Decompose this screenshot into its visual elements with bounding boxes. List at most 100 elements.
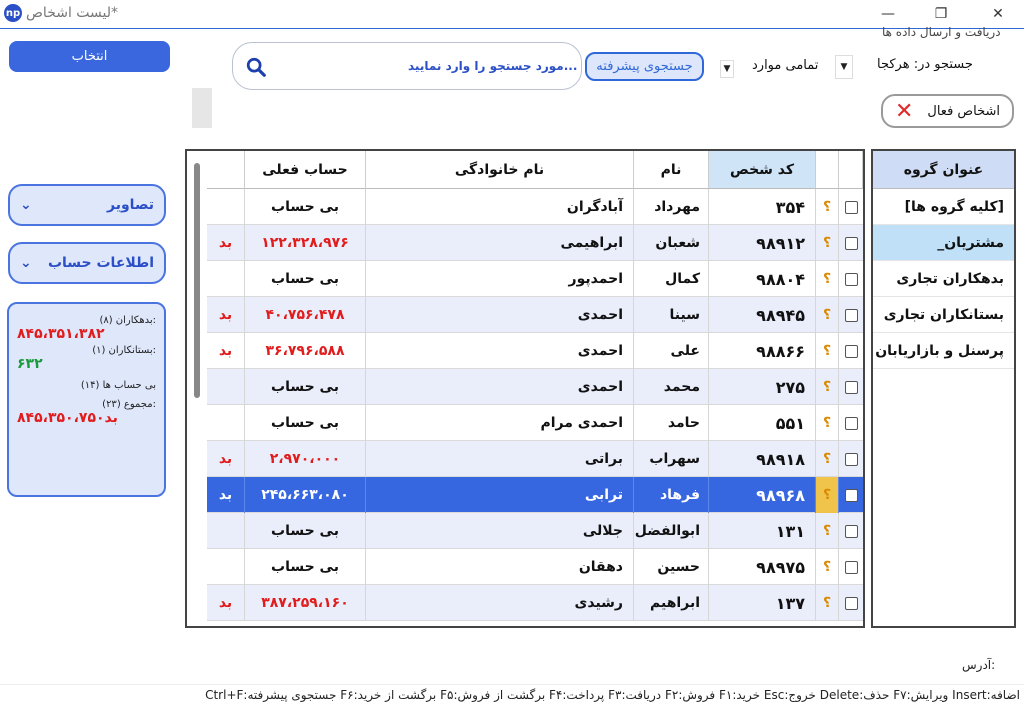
table-row[interactable]: بد ۳۸۷،۲۵۹،۱۶۰ رشیدی ابراهیم ۱۳۷ ؟	[207, 585, 863, 621]
last-name-column-header[interactable]: نام خانوادگی	[366, 151, 634, 189]
row-checkbox[interactable]	[839, 405, 863, 441]
first-name-column-header[interactable]: نام	[634, 151, 709, 189]
first-name-cell: حامد	[634, 405, 709, 441]
status-cell: بد	[207, 441, 245, 477]
scope-dropdown[interactable]: تمامی موارد	[752, 58, 818, 73]
status-cell	[207, 369, 245, 405]
status-cell: بد	[207, 297, 245, 333]
table-row[interactable]: بی حساب احمدی مرام حامد ۵۵۱ ؟	[207, 405, 863, 441]
row-checkbox[interactable]	[839, 369, 863, 405]
table-scrollbar[interactable]	[194, 163, 200, 398]
person-code-cell: ۹۸۸۶۶	[709, 333, 816, 369]
question-mark-icon: ؟	[816, 513, 839, 549]
images-section-toggle[interactable]: ⌄ تصاویر	[8, 184, 166, 226]
table-row[interactable]: بی حساب احمدپور کمال ۹۸۸۰۴ ؟	[207, 261, 863, 297]
person-code-cell: ۱۳۱	[709, 513, 816, 549]
row-checkbox[interactable]	[839, 261, 863, 297]
group-item[interactable]: بستانکاران تجاری	[873, 297, 1014, 333]
row-checkbox[interactable]	[839, 477, 863, 513]
account-info-label: اطلاعات حساب	[47, 255, 154, 271]
group-item[interactable]: بدهکاران تجاری	[873, 261, 1014, 297]
row-checkbox[interactable]	[839, 297, 863, 333]
table-row[interactable]: بد ۱۲۲،۳۲۸،۹۷۶ ابراهیمی شعبان ۹۸۹۱۲ ؟	[207, 225, 863, 261]
status-column-header[interactable]	[207, 151, 245, 189]
last-name-cell: احمدی مرام	[366, 405, 634, 441]
chevron-down-icon: ⌄	[20, 255, 32, 271]
person-code-cell: ۲۷۵	[709, 369, 816, 405]
search-in-dropdown[interactable]: جستجو در: هرکجا	[877, 57, 973, 72]
title-divider	[0, 28, 1024, 29]
question-mark-icon: ؟	[816, 189, 839, 225]
last-name-cell: آبادگران	[366, 189, 634, 225]
question-mark-icon: ؟	[816, 261, 839, 297]
table-row[interactable]: بی حساب آبادگران مهرداد ۳۵۴ ؟	[207, 189, 863, 225]
footer-divider	[0, 684, 1024, 685]
first-name-cell: شعبان	[634, 225, 709, 261]
balance-cell: بی حساب	[245, 261, 366, 297]
persons-table: حساب فعلی نام خانوادگی نام کد شخص بی حسا…	[185, 149, 865, 628]
table-row[interactable]: بد ۲۴۵،۶۶۳،۰۸۰ ترابی فرهاد ۹۸۹۶۸ ؟	[207, 477, 863, 513]
first-name-cell: حسین	[634, 549, 709, 585]
question-mark-icon: ؟	[816, 333, 839, 369]
row-checkbox[interactable]	[839, 585, 863, 621]
maximize-button[interactable]: ❐	[923, 2, 959, 26]
account-info-section-toggle[interactable]: ⌄ اطلاعات حساب	[8, 242, 166, 284]
table-row[interactable]: بد ۳۶،۷۹۶،۵۸۸ احمدی علی ۹۸۸۶۶ ؟	[207, 333, 863, 369]
status-cell: بد	[207, 585, 245, 621]
active-persons-toggle[interactable]: ✕ اشخاص فعال	[881, 94, 1014, 128]
table-row[interactable]: بد ۲،۹۷۰،۰۰۰ براتی سهراب ۹۸۹۱۸ ؟	[207, 441, 863, 477]
advanced-search-button[interactable]: جستجوی پیشرفته	[585, 52, 704, 81]
balance-cell: ۴۰،۷۵۶،۴۷۸	[245, 297, 366, 333]
question-mark-icon: ؟	[816, 477, 839, 513]
active-persons-label: اشخاص فعال	[927, 103, 1000, 119]
scope-dropdown-arrow-icon[interactable]: ▼	[720, 60, 734, 78]
group-list: عنوان گروه [کلیه گروه ها] _مشتریان بدهکارا…	[871, 149, 1016, 628]
balance-cell: ۲،۹۷۰،۰۰۰	[245, 441, 366, 477]
close-icon: ✕	[895, 98, 914, 124]
row-checkbox[interactable]	[839, 513, 863, 549]
close-window-button[interactable]: ✕	[980, 2, 1016, 26]
person-code-cell: ۹۸۹۴۵	[709, 297, 816, 333]
creditors-label: بستانکاران (۱):	[92, 345, 156, 356]
toolbar-placeholder	[192, 88, 212, 128]
group-item[interactable]: [کلیه گروه ها]	[873, 189, 1014, 225]
person-code-cell: ۹۸۹۱۸	[709, 441, 816, 477]
group-item[interactable]: _مشتریان	[873, 225, 1014, 261]
person-code-cell: ۳۵۴	[709, 189, 816, 225]
status-cell	[207, 549, 245, 585]
row-checkbox[interactable]	[839, 189, 863, 225]
person-code-cell: ۹۸۹۱۲	[709, 225, 816, 261]
app-logo-icon: np	[4, 4, 22, 22]
minimize-button[interactable]: —	[870, 2, 906, 26]
table-row[interactable]: بی حساب احمدی محمد ۲۷۵ ؟	[207, 369, 863, 405]
balance-summary-panel: بدهکاران (۸): ۸۴۵،۳۵۱،۳۸۲ بستانکاران (۱)…	[7, 302, 166, 497]
balance-cell: بی حساب	[245, 189, 366, 225]
row-checkbox[interactable]	[839, 549, 863, 585]
last-name-cell: احمدپور	[366, 261, 634, 297]
person-code-cell: ۹۸۹۶۸	[709, 477, 816, 513]
balance-column-header[interactable]: حساب فعلی	[245, 151, 366, 189]
settled-label: بی حساب ها (۱۴)	[80, 380, 156, 391]
first-name-cell: سهراب	[634, 441, 709, 477]
row-checkbox[interactable]	[839, 225, 863, 261]
question-mark-icon: ؟	[816, 297, 839, 333]
search-in-dropdown-arrow-icon[interactable]: ▼	[835, 55, 853, 79]
person-code-column-header[interactable]: کد شخص	[709, 151, 816, 189]
total-value: ۸۴۵،۳۵۰،۷۵۰بد	[17, 410, 118, 426]
first-name-cell: سینا	[634, 297, 709, 333]
first-name-cell: ابوالفضل	[634, 513, 709, 549]
row-checkbox[interactable]	[839, 333, 863, 369]
search-icon[interactable]	[245, 56, 267, 78]
images-section-label: تصاویر	[107, 197, 154, 213]
table-row[interactable]: بی حساب دهقان حسین ۹۸۹۷۵ ؟	[207, 549, 863, 585]
row-checkbox[interactable]	[839, 441, 863, 477]
sync-data-link[interactable]: دریافت و ارسال داده ها	[882, 25, 1001, 39]
group-item[interactable]: پرسنل و بازاریابان	[873, 333, 1014, 369]
first-name-cell: کمال	[634, 261, 709, 297]
last-name-cell: احمدی	[366, 333, 634, 369]
question-mark-icon: ؟	[816, 225, 839, 261]
status-cell	[207, 513, 245, 549]
table-row[interactable]: بد ۴۰،۷۵۶،۴۷۸ احمدی سینا ۹۸۹۴۵ ؟	[207, 297, 863, 333]
select-button[interactable]: انتخاب	[9, 41, 170, 72]
table-row[interactable]: بی حساب جلالی ابوالفضل ۱۳۱ ؟	[207, 513, 863, 549]
